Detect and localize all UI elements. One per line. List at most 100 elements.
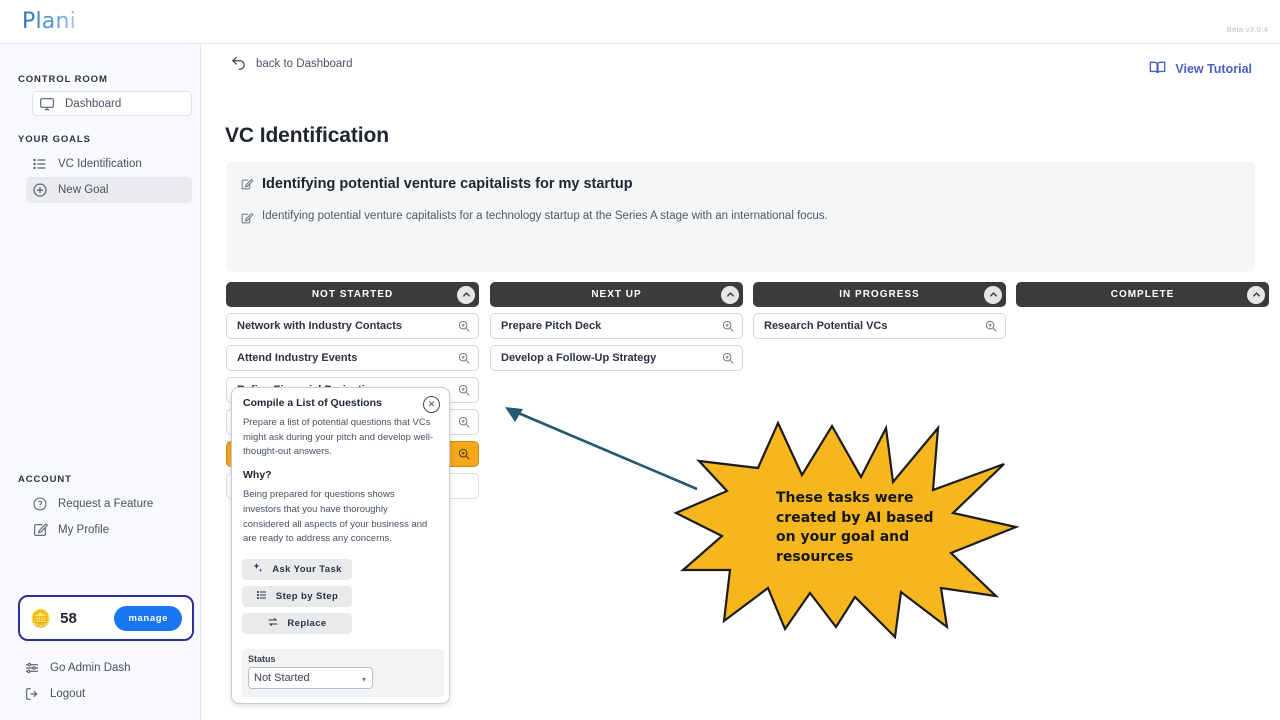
page-title: VC Identification [225, 124, 389, 147]
sidebar-item-logout[interactable]: Logout [18, 681, 193, 707]
task-label: Prepare Pitch Deck [501, 320, 602, 332]
sidebar-item-label: Logout [50, 688, 86, 700]
task-label: Develop a Follow-Up Strategy [501, 352, 657, 364]
task-detail-popup: Compile a List of Questions ✕ Prepare a … [231, 387, 450, 704]
step-by-step-button[interactable]: Step by Step [242, 585, 352, 607]
task-row[interactable]: Network with Industry Contacts [226, 313, 479, 339]
sidebar-item-label: VC Identification [58, 158, 142, 170]
sidebar-section-account: ACCOUNT [18, 474, 72, 485]
coins-icon: 🪙 [30, 608, 52, 628]
sidebar-item-my-profile[interactable]: My Profile [26, 517, 193, 543]
collapse-column-button[interactable] [984, 285, 1002, 304]
ask-your-task-button[interactable]: Ask Your Task [242, 558, 352, 580]
book-icon [1148, 58, 1167, 80]
column-header: NEXT UP [490, 282, 743, 307]
column-title: COMPLETE [1110, 289, 1175, 300]
kanban-column-next-up: NEXT UP Prepare Pitch Deck Develop a Fol… [490, 282, 743, 371]
sidebar-item-label: Request a Feature [58, 498, 154, 510]
monitor-icon [39, 96, 55, 112]
task-row[interactable]: Develop a Follow-Up Strategy [490, 345, 743, 371]
sidebar-item-new-goal[interactable]: New Goal [26, 177, 192, 203]
replace-label: Replace [287, 617, 327, 629]
callout-text: These tasks were created by AI based on … [776, 490, 934, 565]
status-section: Status Not Started ▾ [242, 649, 444, 697]
plus-circle-icon [32, 182, 48, 198]
column-header: COMPLETE [1016, 282, 1269, 307]
kanban-column-in-progress: IN PROGRESS Research Potential VCs [753, 282, 1006, 339]
task-row[interactable]: Research Potential VCs [753, 313, 1006, 339]
task-label: Research Potential VCs [764, 320, 888, 332]
column-title: NOT STARTED [311, 289, 394, 300]
magnify-icon[interactable] [721, 319, 735, 333]
sidebar-item-request-a-feature[interactable]: Request a Feature [26, 491, 193, 517]
back-arrow-icon [230, 54, 247, 74]
view-tutorial-label: View Tutorial [1175, 62, 1252, 76]
magnify-icon[interactable] [984, 319, 998, 333]
status-label: Status [248, 654, 276, 664]
popup-description: Prepare a list of potential questions th… [243, 417, 434, 458]
popup-actions: Ask Your Task Step by Step Replace [232, 558, 449, 634]
magnify-icon[interactable] [457, 319, 471, 333]
magnify-icon[interactable] [457, 383, 471, 397]
logout-icon [24, 686, 40, 702]
pencil-icon[interactable] [240, 212, 253, 225]
sidebar-item-label: Dashboard [65, 97, 122, 110]
goal-title-row: Identifying potential venture capitalist… [226, 162, 1255, 192]
list-icon [32, 156, 48, 172]
collapse-column-button[interactable] [721, 285, 739, 304]
task-row[interactable]: Prepare Pitch Deck [490, 313, 743, 339]
manage-credits-button[interactable]: manage [114, 605, 182, 631]
column-header: NOT STARTED [226, 282, 479, 307]
sidebar-item-go-admin-dash[interactable]: Go Admin Dash [18, 655, 193, 681]
magnify-icon[interactable] [457, 415, 471, 429]
goal-description-row: Identifying potential venture capitalist… [226, 192, 1255, 225]
replace-button[interactable]: Replace [242, 612, 352, 634]
step-by-step-label: Step by Step [275, 590, 339, 602]
close-icon[interactable]: ✕ [423, 396, 440, 413]
ask-your-task-label: Ask Your Task [272, 563, 342, 575]
back-to-dashboard-label: back to Dashboard [256, 58, 353, 70]
task-row[interactable]: Attend Industry Events [226, 345, 479, 371]
sidebar-item-label: New Goal [58, 184, 109, 196]
sidebar-item-label: Go Admin Dash [50, 662, 131, 674]
magnify-icon[interactable] [721, 351, 735, 365]
sidebar-section-control-room: CONTROL ROOM [18, 74, 108, 85]
magnify-icon[interactable] [457, 351, 471, 365]
goal-card: Identifying potential venture capitalist… [226, 162, 1255, 272]
sparkles-icon [252, 562, 264, 577]
task-label: Attend Industry Events [237, 352, 358, 364]
goal-title: Identifying potential venture capitalist… [262, 176, 633, 192]
popup-why-text: Being prepared for questions shows inves… [243, 489, 428, 545]
collapse-column-button[interactable] [1247, 285, 1265, 304]
sidebar-item-label: My Profile [58, 524, 110, 536]
kanban-column-complete: COMPLETE [1016, 282, 1269, 307]
app-logo[interactable]: Plani [22, 9, 76, 34]
swap-icon [267, 616, 279, 631]
back-to-dashboard-link[interactable]: back to Dashboard [230, 54, 353, 74]
credits-box: 🪙 58 manage [18, 595, 194, 641]
column-header: IN PROGRESS [753, 282, 1006, 307]
goal-description: Identifying potential venture capitalist… [262, 210, 828, 222]
top-bar: Plani [0, 0, 1280, 44]
sidebar: CONTROL ROOM Dashboard YOUR GOALS VC Ide… [0, 44, 201, 720]
version-label: Beta v3.0.4 [1226, 25, 1268, 34]
app-root: Plani Beta v3.0.4 CONTROL ROOM Dashboard… [0, 0, 1280, 720]
view-tutorial-button[interactable]: View Tutorial [1148, 58, 1252, 80]
column-title: IN PROGRESS [839, 289, 920, 300]
list-icon [256, 589, 268, 604]
collapse-column-button[interactable] [457, 285, 475, 304]
magnify-icon[interactable] [457, 447, 471, 461]
column-title: NEXT UP [591, 289, 642, 300]
question-circle-icon [32, 496, 48, 512]
sidebar-item-vc-identification[interactable]: VC Identification [26, 151, 192, 177]
status-select[interactable]: Not Started [248, 667, 373, 689]
sliders-icon [24, 660, 40, 676]
popup-why-heading: Why? [243, 469, 272, 482]
popup-title: Compile a List of Questions [243, 397, 382, 409]
task-label: Network with Industry Contacts [237, 320, 403, 332]
sidebar-item-dashboard[interactable]: Dashboard [32, 91, 192, 116]
credits-count: 58 [60, 609, 77, 627]
pencil-square-icon [32, 522, 48, 538]
pencil-icon[interactable] [240, 178, 253, 191]
sidebar-section-your-goals: YOUR GOALS [18, 134, 91, 145]
